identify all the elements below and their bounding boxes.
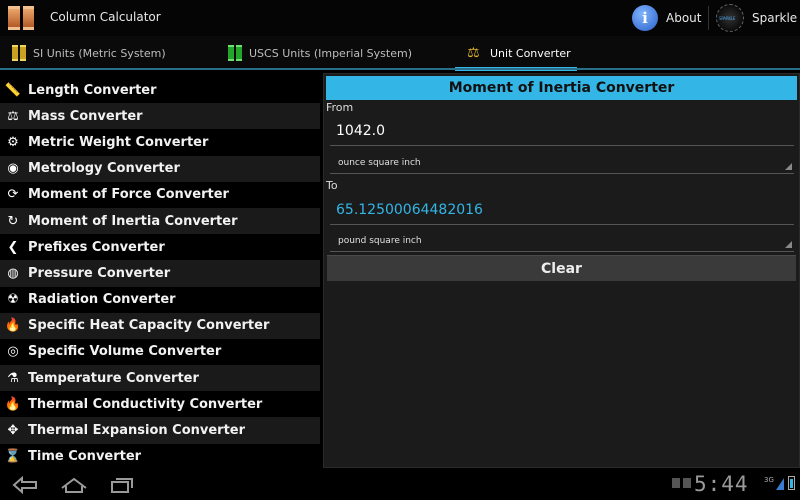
- list-item-label: Metrology Converter: [28, 161, 180, 177]
- gold-columns-icon: [12, 45, 26, 61]
- app-title: Column Calculator: [50, 10, 161, 24]
- to-label: To: [326, 179, 338, 192]
- notification-icon: [683, 478, 691, 488]
- tab-label: Unit Converter: [490, 46, 571, 60]
- scales-icon: ⚖: [467, 45, 480, 61]
- list-item[interactable]: ◎ Specific Volume Converter: [0, 338, 320, 366]
- signal-icon: [776, 478, 784, 490]
- action-bar: Column Calculator i About SPARKLE Sparkl…: [0, 0, 800, 36]
- about-label: About: [666, 11, 702, 25]
- list-item-label: Thermal Conductivity Converter: [28, 396, 263, 412]
- list-item[interactable]: 🔥 Specific Heat Capacity Converter: [0, 312, 320, 339]
- list-item-label: Mass Converter: [28, 108, 143, 124]
- fire-icon: 🔥: [4, 396, 22, 412]
- back-icon[interactable]: [12, 476, 38, 494]
- list-item[interactable]: ☢ Radiation Converter: [0, 286, 320, 313]
- system-bar: 5:44 3G: [0, 470, 800, 500]
- column-bar: [8, 6, 20, 30]
- clear-button[interactable]: Clear: [327, 255, 796, 281]
- from-value-input[interactable]: 1042.0: [330, 116, 794, 146]
- list-item[interactable]: ⚖ Mass Converter: [0, 103, 320, 130]
- list-item-label: Thermal Expansion Converter: [28, 423, 246, 439]
- list-item[interactable]: ◉ Metrology Converter: [0, 155, 320, 182]
- list-item[interactable]: 📏 Length Converter: [0, 77, 320, 104]
- ruler-icon: 📏: [4, 82, 22, 98]
- list-item-label: Prefixes Converter: [28, 239, 165, 255]
- about-button[interactable]: i About: [632, 4, 701, 32]
- list-item[interactable]: ❮ Prefixes Converter: [0, 234, 320, 261]
- notification-icon: [672, 478, 680, 488]
- list-item-label: Specific Heat Capacity Converter: [28, 318, 270, 334]
- list-item[interactable]: 🔥 Thermal Conductivity Converter: [0, 391, 320, 418]
- list-item-label: Specific Volume Converter: [28, 344, 222, 360]
- list-item[interactable]: ↻ Moment of Inertia Converter: [0, 207, 320, 235]
- to-unit-label: pound square inch: [338, 236, 422, 246]
- list-item-label: Radiation Converter: [28, 292, 176, 308]
- spinner-corner-icon: [785, 241, 792, 248]
- gauge-icon: ◍: [7, 265, 19, 281]
- home-icon[interactable]: [60, 476, 88, 494]
- tab-bar: SI Units (Metric System) USCS Units (Imp…: [0, 36, 800, 71]
- expand-arrows-icon: ✥: [7, 423, 19, 439]
- column-bar: [22, 6, 34, 30]
- weight-icon: ⚖: [7, 108, 19, 124]
- recent-apps-icon[interactable]: [110, 476, 136, 494]
- list-item-label: Moment of Force Converter: [28, 187, 229, 203]
- to-value-output[interactable]: 65.12500064482016: [330, 195, 794, 225]
- action-divider: [708, 6, 709, 30]
- tab-unit-converter[interactable]: ⚖ Unit Converter: [467, 36, 571, 70]
- notification-icons[interactable]: [672, 478, 691, 488]
- to-unit-spinner[interactable]: pound square inch: [330, 230, 794, 252]
- info-icon: i: [632, 5, 658, 31]
- list-item[interactable]: ⚗ Temperature Converter: [0, 365, 320, 392]
- list-item-label: Metric Weight Converter: [28, 134, 209, 150]
- list-item-label: Time Converter: [28, 449, 142, 465]
- list-item[interactable]: ⌛ Time Converter: [0, 443, 320, 470]
- weights-icon: ⚙: [7, 134, 19, 150]
- tab-label: USCS Units (Imperial System): [249, 46, 412, 60]
- list-item[interactable]: ✥ Thermal Expansion Converter: [0, 417, 320, 444]
- signal-label: 3G: [764, 476, 774, 484]
- tab-si-units[interactable]: SI Units (Metric System): [12, 36, 166, 70]
- radiation-icon: ☢: [7, 292, 19, 308]
- hourglass-icon: ⌛: [4, 449, 22, 465]
- coil-icon: ◎: [7, 344, 19, 360]
- flame-icon: 🔥: [4, 318, 22, 334]
- list-item[interactable]: ⟳ Moment of Force Converter: [0, 181, 320, 208]
- rotation-arrows-icon: ⟳: [7, 187, 19, 203]
- panel-title: Moment of Inertia Converter: [326, 76, 797, 100]
- chevron-left-icon: ❮: [7, 239, 19, 255]
- list-item-label: Moment of Inertia Converter: [28, 213, 238, 229]
- clock: 5:44: [694, 472, 749, 496]
- flask-icon: ⚗: [7, 370, 19, 386]
- sparkle-logo-text: SPARKLE: [719, 16, 736, 21]
- sparkle-logo-icon: SPARKLE: [716, 4, 744, 32]
- spinner-corner-icon: [785, 163, 792, 170]
- list-item-label: Length Converter: [28, 82, 157, 98]
- sparkle-label: Sparkle: [752, 11, 798, 25]
- list-item-label: Pressure Converter: [28, 265, 171, 281]
- metrology-icon: ◉: [7, 161, 19, 177]
- from-unit-spinner[interactable]: ounce square inch: [330, 152, 794, 174]
- tab-uscs-units[interactable]: USCS Units (Imperial System): [228, 36, 412, 70]
- green-columns-icon: [228, 45, 242, 61]
- tab-baseline: [0, 68, 800, 70]
- list-item[interactable]: ◍ Pressure Converter: [0, 260, 320, 287]
- inertia-arrow-icon: ↻: [7, 213, 19, 229]
- from-label: From: [326, 101, 354, 114]
- app-icon[interactable]: [8, 6, 34, 30]
- sparkle-button[interactable]: SPARKLE Sparkle: [716, 4, 797, 32]
- from-unit-label: ounce square inch: [338, 158, 421, 168]
- list-item[interactable]: ⚙ Metric Weight Converter: [0, 129, 320, 156]
- converter-panel: Moment of Inertia Converter From 1042.0 …: [323, 73, 800, 468]
- list-item-label: Temperature Converter: [28, 370, 199, 386]
- tab-label: SI Units (Metric System): [33, 46, 166, 60]
- battery-icon: [788, 476, 795, 490]
- converter-list[interactable]: 📏 Length Converter ⚖ Mass Converter ⚙ Metric …: [0, 77, 320, 470]
